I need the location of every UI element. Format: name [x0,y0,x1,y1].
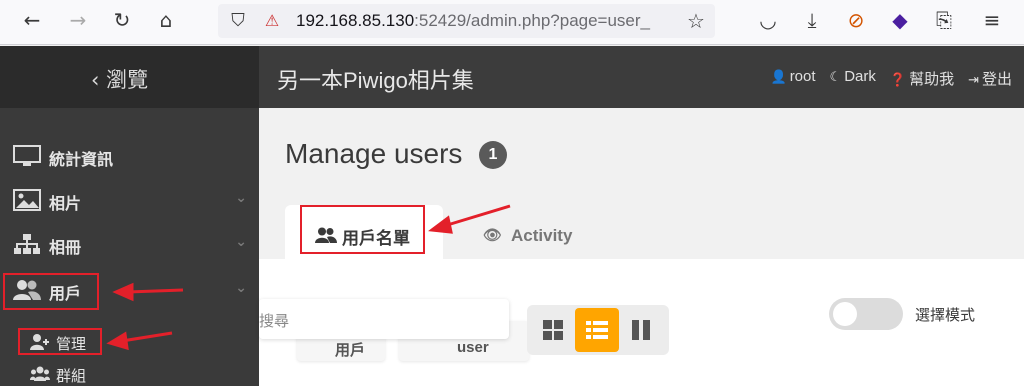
header-links: 👤 root ☾ Dark ❓ 幫助我 ⇥ 登出 [771,68,1013,89]
monitor-icon [13,145,41,166]
sidebar-item-label: 相冊 [49,240,82,257]
user-label: root [789,68,816,85]
forward-arrow-icon[interactable]: → [66,8,90,32]
chevron-down-icon: ⌄ [235,234,247,250]
user-icon: 👤 [770,70,787,85]
search-placeholder: 搜尋 [259,313,290,330]
image-icon [13,189,41,211]
reload-icon[interactable]: ↻ [110,8,134,32]
toggle-knob [833,302,857,326]
download-icon[interactable]: ⤓ [800,8,824,32]
browser-toolbar: ← → ↻ ⌂ ⛉ ⚠ 192.168.85.130:52429/admin.p… [0,0,1024,45]
theme-label: Dark [844,68,876,85]
selection-mode-label: 選擇模式 [915,307,976,324]
filter-button-label: user [457,339,489,356]
page-title: Manage users [285,138,463,169]
menu-icon[interactable]: ≡ [980,8,1004,32]
filter-button-label: 用戶 [335,342,366,359]
users-panel: 用戶 user 搜尋 選擇模式 [259,259,1024,386]
home-icon[interactable]: ⌂ [154,8,178,32]
columns-icon [632,320,650,340]
help-label: 幫助我 [909,71,955,88]
annotation-box-manage [18,328,102,355]
user-count-badge: 1 [479,141,507,169]
chevron-down-icon: ⌄ [235,280,247,296]
moon-icon: ☾ [829,70,842,85]
address-bar[interactable]: ⛉ ⚠ 192.168.85.130:52429/admin.php?page=… [218,4,715,38]
search-input[interactable]: 搜尋 [259,299,509,339]
sidebar-item-photos[interactable]: 相片 ⌄ [0,178,259,222]
share-icon[interactable]: ⎘ [932,8,956,32]
extension-blocker-icon[interactable]: ⊘ [844,8,868,32]
tab-activity[interactable]: 👁 Activity [479,205,599,259]
dark-mode-link[interactable]: ☾ Dark [830,68,876,89]
pocket-icon[interactable]: ◡ [756,8,780,32]
sidebar-subitem-label: 群組 [56,368,87,385]
back-label: 瀏覽 [106,68,149,92]
sidebar-item-stats[interactable]: 統計資訊 [0,134,259,178]
list-icon [586,321,608,339]
annotation-box-users [3,273,99,310]
sidebar-subitem-groups[interactable]: 群組 [0,360,259,386]
annotation-box-tab [300,205,425,254]
back-arrow-icon[interactable]: ← [20,8,44,32]
extension-layers-icon[interactable]: ◆ [888,8,912,32]
view-mode-switcher [527,305,669,355]
group-icon [30,366,50,381]
back-to-gallery[interactable]: ‹ 瀏覽 [0,46,259,108]
help-icon: ❓ [889,73,907,88]
sidebar-item-albums[interactable]: 相冊 ⌄ [0,222,259,266]
logout-label: 登出 [981,71,1012,88]
selection-mode-toggle[interactable] [829,298,903,330]
tab-label: Activity [511,226,573,245]
sitemap-icon [14,234,40,254]
sidebar-item-label: 統計資訊 [49,152,114,169]
view-tile-button[interactable] [531,308,575,352]
logout-link[interactable]: ⇥ 登出 [968,68,1012,89]
gallery-title[interactable]: 另一本Piwigo相片集 [277,63,474,95]
eye-icon: 👁 [483,226,503,244]
view-list-button[interactable] [575,308,619,352]
chevron-down-icon: ⌄ [235,190,247,206]
shield-icon[interactable]: ⛉ [226,9,250,33]
url-text[interactable]: 192.168.85.130:52429/admin.php?page=user… [296,11,650,31]
grid-icon [543,320,563,340]
star-icon[interactable]: ☆ [684,9,708,33]
admin-header: ‹ 瀏覽 另一本Piwigo相片集 👤 root ☾ Dark ❓ 幫助我 ⇥ 登出 [0,46,1024,108]
url-host: 192.168.85.130 [296,11,415,30]
url-path: :52429/admin.php?page=user_ [414,11,651,30]
chevron-left-icon: ‹ [91,68,100,92]
back-link[interactable]: ‹ 瀏覽 [91,64,148,94]
sidebar-item-label: 相片 [49,196,82,213]
logout-icon: ⇥ [968,73,979,88]
view-compact-button[interactable] [619,308,663,352]
insecure-lock-icon[interactable]: ⚠ [260,9,284,33]
user-link[interactable]: 👤 root [771,68,816,89]
help-link[interactable]: ❓ 幫助我 [890,68,954,89]
